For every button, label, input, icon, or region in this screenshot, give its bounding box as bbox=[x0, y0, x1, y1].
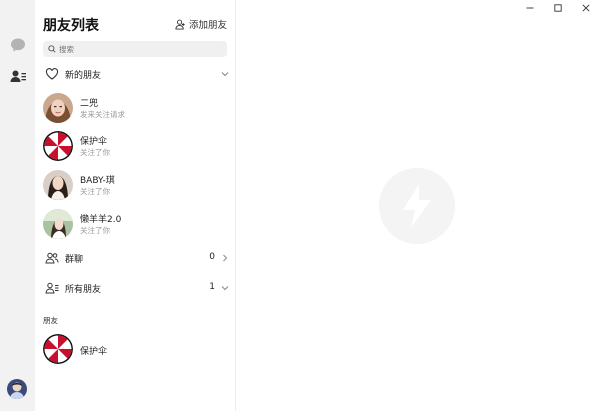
add-friend-button[interactable]: 添加朋友 bbox=[175, 17, 227, 31]
friend-request-item[interactable]: 二兜 发来关注请求 bbox=[35, 91, 235, 127]
group-count: 0 bbox=[209, 252, 215, 262]
friend-request-item[interactable]: 保护伞 关注了你 bbox=[35, 129, 235, 165]
contacts-icon[interactable] bbox=[9, 68, 27, 86]
close-button[interactable] bbox=[572, 0, 600, 16]
umbrella-logo-icon bbox=[43, 334, 73, 364]
chevron-down-icon bbox=[221, 286, 229, 291]
minimize-button[interactable] bbox=[516, 0, 544, 16]
section-all-friends[interactable]: 所有朋友 1 bbox=[35, 276, 235, 300]
close-icon bbox=[582, 4, 590, 12]
avatar bbox=[43, 209, 73, 239]
avatar bbox=[43, 93, 73, 123]
maximize-icon bbox=[554, 4, 562, 12]
friend-list-panel: 朋友列表 添加朋友 新的朋友 bbox=[35, 0, 236, 411]
main-content bbox=[236, 0, 600, 411]
chat-bubble-icon[interactable] bbox=[9, 36, 27, 54]
friend-name: 二兜 bbox=[80, 99, 99, 109]
section-label: 群聊 bbox=[65, 255, 84, 265]
contacts-list-icon bbox=[45, 282, 59, 294]
friend-name: 懒羊羊2.0 bbox=[80, 215, 122, 225]
search-input[interactable] bbox=[59, 44, 209, 54]
chevron-down-icon bbox=[221, 72, 229, 77]
minimize-icon bbox=[526, 7, 534, 9]
section-label: 新的朋友 bbox=[65, 71, 102, 81]
section-new-friends[interactable]: 新的朋友 bbox=[35, 62, 235, 86]
group-icon bbox=[45, 252, 59, 264]
window-controls bbox=[516, 0, 600, 16]
search-icon bbox=[48, 45, 56, 53]
friend-status: 关注了你 bbox=[80, 226, 110, 235]
page-title: 朋友列表 bbox=[43, 18, 99, 34]
friend-name: BABY-琪 bbox=[80, 176, 115, 186]
chevron-right-icon bbox=[223, 254, 228, 262]
add-user-icon bbox=[175, 19, 185, 30]
add-friend-label: 添加朋友 bbox=[188, 20, 227, 31]
friend-request-item[interactable]: BABY-琪 关注了你 bbox=[35, 168, 235, 204]
search-box[interactable] bbox=[43, 41, 227, 57]
umbrella-logo-icon bbox=[43, 131, 73, 161]
friend-status: 关注了你 bbox=[80, 148, 110, 157]
friends-group-heading: 朋友 bbox=[43, 316, 58, 325]
friend-item[interactable]: 保护伞 bbox=[35, 332, 235, 368]
friend-status: 发来关注请求 bbox=[80, 110, 125, 119]
friend-request-item[interactable]: 懒羊羊2.0 关注了你 bbox=[35, 207, 235, 243]
nav-rail bbox=[0, 0, 35, 411]
section-groups[interactable]: 群聊 0 bbox=[35, 246, 235, 270]
friend-count: 1 bbox=[209, 282, 215, 292]
friend-name: 保护伞 bbox=[80, 347, 108, 357]
avatar bbox=[43, 170, 73, 200]
user-avatar[interactable] bbox=[7, 379, 27, 399]
section-label: 所有朋友 bbox=[65, 285, 102, 295]
heart-icon bbox=[45, 68, 59, 80]
friend-name: 保护伞 bbox=[80, 137, 108, 147]
friend-status: 关注了你 bbox=[80, 187, 110, 196]
maximize-button[interactable] bbox=[544, 0, 572, 16]
app-logo-icon bbox=[379, 168, 455, 244]
